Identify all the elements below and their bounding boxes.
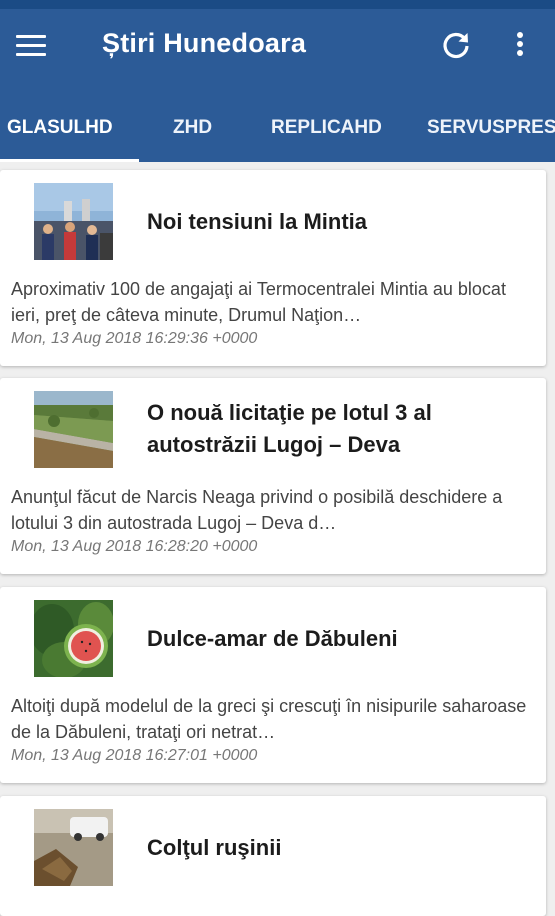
article-thumbnail (34, 183, 113, 260)
hamburger-menu-icon[interactable] (14, 31, 50, 61)
article-title: Noi tensiuni la Mintia (147, 209, 368, 234)
more-vertical-icon[interactable] (508, 29, 532, 61)
article-thumbnail (34, 600, 113, 677)
article-date: Mon, 13 Aug 2018 16:29:36 +0000 (11, 330, 258, 347)
tab-replicahd[interactable]: REPLICAHD (271, 117, 382, 139)
article-description: Anunţul făcut de Narcis Neaga privind o … (11, 487, 503, 533)
article-title: O nouă licitaţie pe lotul 3 al autostrăz… (147, 400, 432, 457)
article-card[interactable]: Colţul ruşinii (0, 796, 546, 916)
tab-bar: GLASULHD ZHD REPLICAHD SERVUSPRESS (0, 105, 555, 162)
article-title: Colţul ruşinii (147, 835, 282, 860)
app-title: Știri Hunedoara (102, 28, 307, 58)
status-bar (0, 0, 555, 9)
selected-tab-indicator (0, 159, 139, 162)
tab-glasulhd[interactable]: GLASULHD (7, 117, 113, 139)
article-title: Dulce-amar de Dăbuleni (147, 626, 398, 651)
article-thumbnail (34, 391, 113, 468)
article-card[interactable]: O nouă licitaţie pe lotul 3 al autostrăz… (0, 378, 546, 574)
refresh-icon[interactable] (440, 29, 472, 61)
article-date: Mon, 13 Aug 2018 16:28:20 +0000 (11, 538, 258, 555)
app-bar: Știri Hunedoara GLASULHD ZHD REPLICAHD S… (0, 9, 555, 162)
article-thumbnail (34, 809, 113, 886)
article-card[interactable]: Noi tensiuni la Mintia Aproximativ 100 d… (0, 170, 546, 366)
article-description: Aproximativ 100 de angajaţi ai Termocent… (11, 279, 506, 325)
tab-zhd[interactable]: ZHD (173, 117, 212, 139)
article-description: Altoiţi după modelul de la greci şi cres… (11, 696, 527, 742)
article-card[interactable]: Dulce-amar de Dăbuleni Altoiţi după mode… (0, 587, 546, 783)
tab-servuspress[interactable]: SERVUSPRESS (427, 117, 555, 139)
article-date: Mon, 13 Aug 2018 16:27:01 +0000 (11, 747, 258, 764)
